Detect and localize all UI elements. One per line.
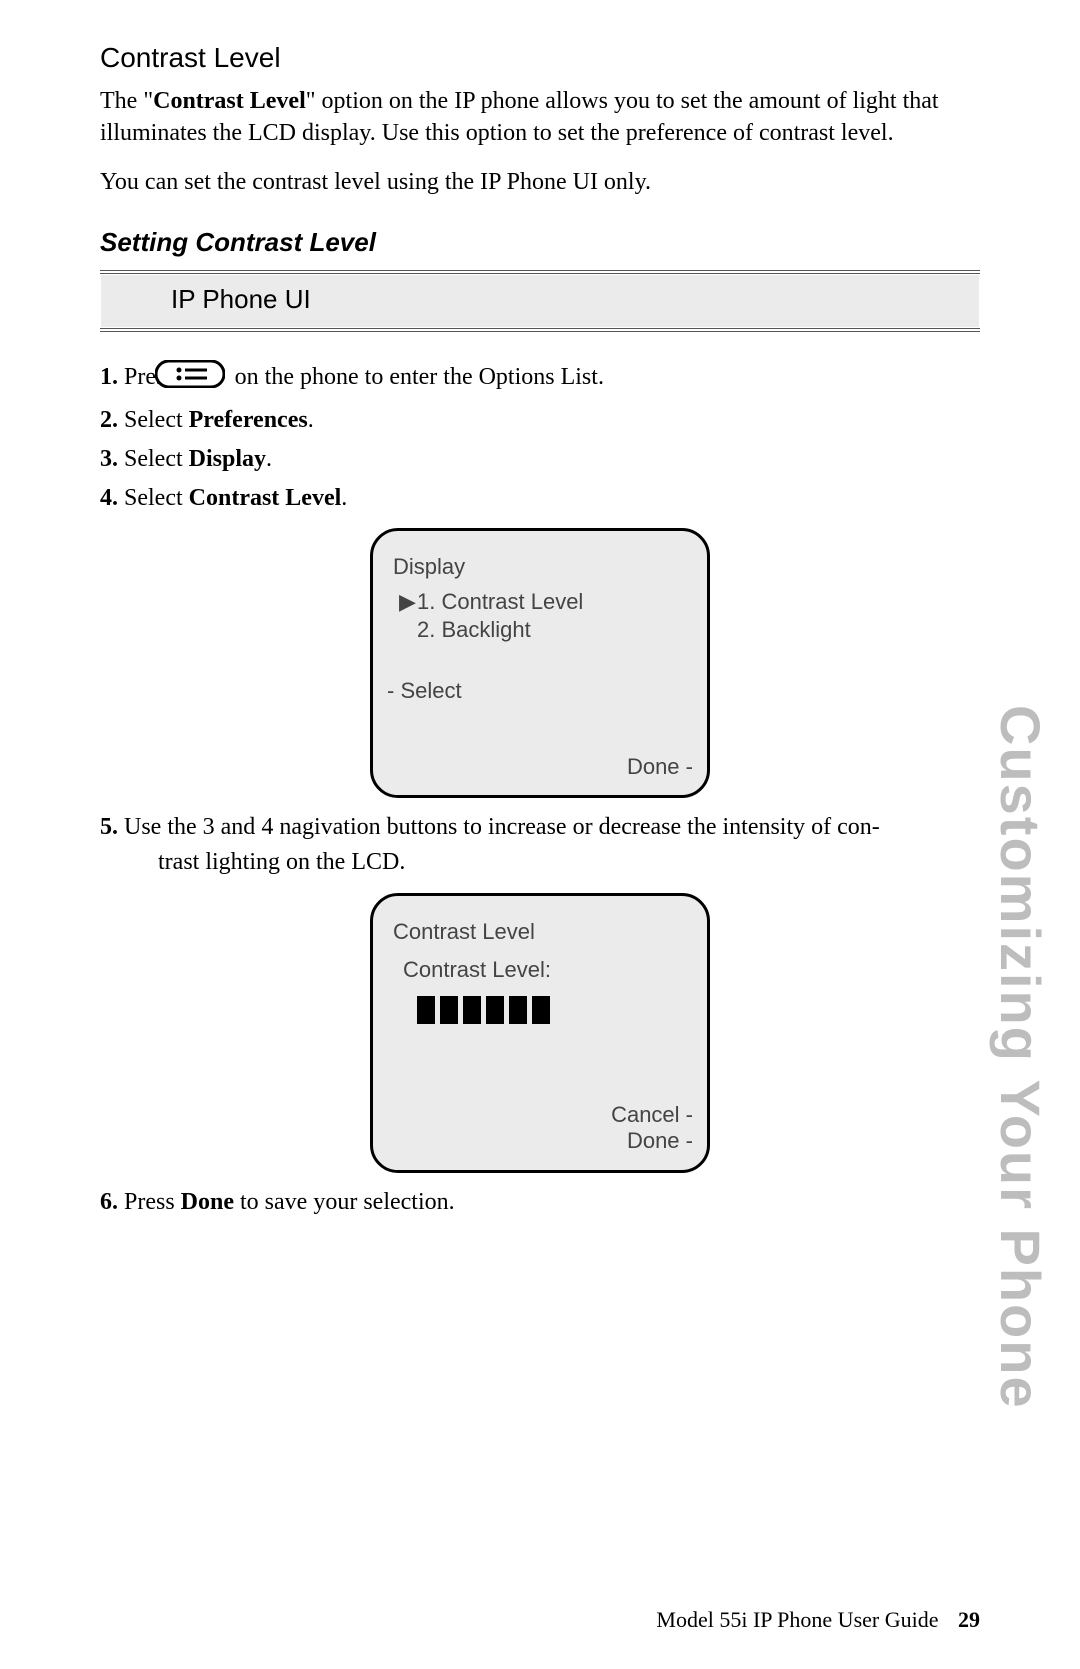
page-number: 29 bbox=[958, 1607, 980, 1632]
softkey-select: - Select bbox=[387, 677, 462, 706]
selection-arrow-blank bbox=[399, 616, 417, 645]
contrast-label: Contrast Level: bbox=[403, 956, 691, 985]
ui-bar-label: IP Phone UI bbox=[100, 274, 980, 328]
options-key-icon bbox=[185, 360, 225, 397]
section-heading: Contrast Level bbox=[100, 40, 980, 76]
softkey-done: Done - bbox=[627, 753, 693, 782]
softkey-done: Done - bbox=[627, 1127, 693, 1156]
step-text: on the phone to enter the Options List. bbox=[235, 364, 604, 390]
phone-screen-contrast: Contrast Level Contrast Level: Cancel - … bbox=[370, 893, 710, 1173]
menu-item-contrast: ▶1. Contrast Level bbox=[399, 588, 691, 617]
step-after: to save your selection. bbox=[234, 1189, 455, 1215]
intro-paragraph-2: You can set the contrast level using the… bbox=[100, 167, 980, 198]
step-text: Select bbox=[124, 485, 183, 511]
step-3: 3. Select Display. bbox=[100, 444, 980, 475]
step-number: 3. bbox=[100, 446, 118, 472]
nav-key-left: 3 bbox=[203, 814, 215, 840]
sub-heading: Setting Contrast Level bbox=[100, 226, 980, 260]
step-number: 5. bbox=[100, 814, 118, 840]
ui-bar-container: IP Phone UI bbox=[100, 270, 980, 332]
contrast-level-bars bbox=[417, 995, 691, 1024]
step-2: 2. Select Preferences. bbox=[100, 405, 980, 436]
footer-title: Model 55i IP Phone User Guide bbox=[656, 1607, 938, 1632]
step-bold: Done bbox=[181, 1189, 234, 1215]
page-footer: Model 55i IP Phone User Guide 29 bbox=[656, 1606, 980, 1635]
step-6: 6. Press Done to save your selection. bbox=[100, 1187, 980, 1218]
softkey-cancel: Cancel - bbox=[611, 1101, 693, 1130]
phone-screen-display-menu: Display ▶1. Contrast Level 2. Backlight … bbox=[370, 528, 710, 798]
step-text: and bbox=[215, 814, 262, 840]
step-number: 6. bbox=[100, 1189, 118, 1215]
step-text: nagivation buttons to increase or decrea… bbox=[273, 814, 879, 840]
step-bold: Display bbox=[189, 446, 266, 472]
step-4: 4. Select Contrast Level. bbox=[100, 483, 980, 514]
step-after: . bbox=[308, 407, 314, 433]
menu-item-label: 1. Contrast Level bbox=[417, 589, 583, 614]
step-bold: Preferences bbox=[189, 407, 308, 433]
step-text: Select bbox=[124, 446, 183, 472]
step-text: Select bbox=[124, 407, 183, 433]
step-1: 1. Press on the phone to enter the Optio… bbox=[100, 360, 980, 397]
screen-title: Contrast Level bbox=[393, 918, 691, 947]
nav-key-right: 4 bbox=[261, 814, 273, 840]
step-number: 2. bbox=[100, 407, 118, 433]
step-5: 5. Use the 3 and 4 nagivation buttons to… bbox=[100, 812, 980, 843]
screen-title: Display bbox=[393, 553, 691, 582]
step-bold: Contrast Level bbox=[189, 485, 342, 511]
step-5-cont: trast lighting on the LCD. bbox=[100, 847, 980, 878]
step-text: Use the bbox=[124, 814, 203, 840]
step-after: . bbox=[341, 485, 347, 511]
intro-paragraph-1: The "Contrast Level" option on the IP ph… bbox=[100, 86, 980, 148]
menu-item-backlight: 2. Backlight bbox=[399, 616, 691, 645]
menu-item-label: 2. Backlight bbox=[417, 617, 531, 642]
side-tab: Customizing Your Phone bbox=[983, 705, 1056, 1410]
step-after: . bbox=[266, 446, 272, 472]
selection-arrow-icon: ▶ bbox=[399, 588, 417, 617]
step-text: Press bbox=[124, 1189, 175, 1215]
step-number: 1. bbox=[100, 364, 118, 390]
bold-term: Contrast Level bbox=[153, 88, 306, 114]
step-number: 4. bbox=[100, 485, 118, 511]
